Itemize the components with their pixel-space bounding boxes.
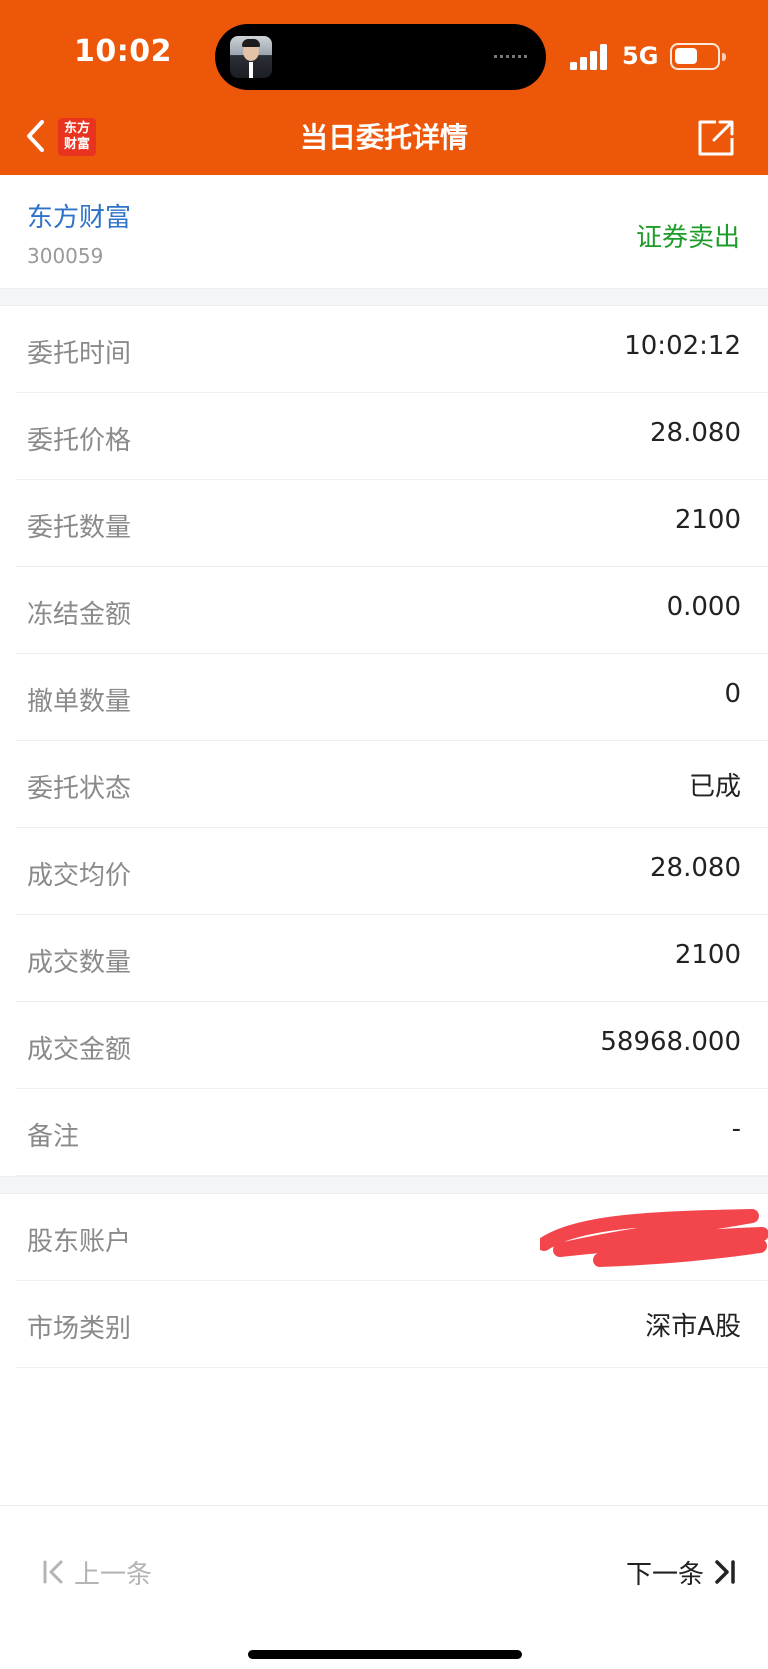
section-divider: [0, 288, 768, 306]
stock-code: 300059: [27, 244, 104, 268]
stock-name[interactable]: 东方财富: [27, 197, 131, 234]
order-details-list: 委托时间 10:02:12 委托价格 28.080 委托数量 2100 冻结金额…: [0, 306, 768, 1176]
home-indicator[interactable]: [248, 1650, 522, 1659]
share-icon: [698, 120, 734, 156]
row-value: -: [731, 1114, 741, 1144]
row-value: 已成: [688, 772, 741, 802]
section-divider: [0, 1176, 768, 1194]
row-label: 委托价格: [27, 426, 132, 456]
prev-record-button[interactable]: 上一条: [42, 1552, 152, 1592]
detail-row-market-type: 市场类别 深市A股: [0, 1281, 768, 1368]
row-value: 28.080: [650, 853, 741, 883]
share-button[interactable]: [696, 118, 736, 158]
trade-type-label: 证券卖出: [635, 223, 740, 253]
row-label: 委托状态: [27, 774, 132, 804]
redaction-scribble: [540, 1209, 768, 1267]
detail-row-order-price: 委托价格 28.080: [0, 393, 768, 480]
next-record-button[interactable]: 下一条: [626, 1552, 736, 1592]
detail-row-order-time: 委托时间 10:02:12: [0, 306, 768, 393]
bottom-navigation: 上一条 下一条: [0, 1505, 768, 1669]
row-value: 58968.000: [600, 1027, 741, 1057]
prev-record-label: 上一条: [74, 1559, 153, 1590]
next-record-label: 下一条: [625, 1559, 704, 1590]
stock-summary: 东方财富 300059 证券卖出: [0, 175, 768, 288]
row-value: 0.000: [666, 592, 741, 622]
row-label: 市场类别: [27, 1314, 132, 1344]
row-value: 2100: [674, 505, 741, 535]
status-time: 10:02: [74, 34, 172, 69]
detail-row-avg-price: 成交均价 28.080: [0, 828, 768, 915]
row-label: 成交均价: [27, 861, 132, 891]
detail-row-order-quantity: 委托数量 2100: [0, 480, 768, 567]
page-title: 当日委托详情: [299, 121, 468, 154]
battery-icon: [670, 43, 726, 70]
signal-icon: [570, 44, 610, 70]
row-label: 成交数量: [27, 948, 132, 978]
detail-row-remark: 备注 -: [0, 1089, 768, 1176]
person-thumbnail: [230, 36, 272, 78]
row-label: 撤单数量: [27, 687, 132, 717]
detail-row-filled-amount: 成交金额 58968.000: [0, 1002, 768, 1089]
dynamic-island: [215, 24, 546, 90]
row-label: 成交金额: [27, 1035, 132, 1065]
detail-row-order-status: 委托状态 已成: [0, 741, 768, 828]
first-page-icon: [43, 1560, 63, 1584]
network-label: 5G: [622, 42, 659, 70]
row-label: 委托数量: [27, 513, 132, 543]
row-label: 冻结金额: [27, 600, 132, 630]
row-label: 委托时间: [27, 339, 132, 369]
detail-row-filled-quantity: 成交数量 2100: [0, 915, 768, 1002]
detail-row-cancelled-quantity: 撤单数量 0: [0, 654, 768, 741]
row-value: 2100: [674, 940, 741, 970]
row-label: 股东账户: [27, 1227, 132, 1257]
app-header: 10:02 5G 东方 财富 当日委托详情: [0, 0, 768, 175]
last-page-icon: [715, 1560, 735, 1584]
row-value: 10:02:12: [624, 331, 741, 361]
row-value: 28.080: [650, 418, 741, 448]
detail-row-frozen-amount: 冻结金额 0.000: [0, 567, 768, 654]
row-value: 0: [724, 679, 741, 709]
row-label: 备注: [27, 1122, 80, 1152]
row-value: 深市A股: [645, 1312, 741, 1342]
dots-icon: [494, 55, 528, 58]
